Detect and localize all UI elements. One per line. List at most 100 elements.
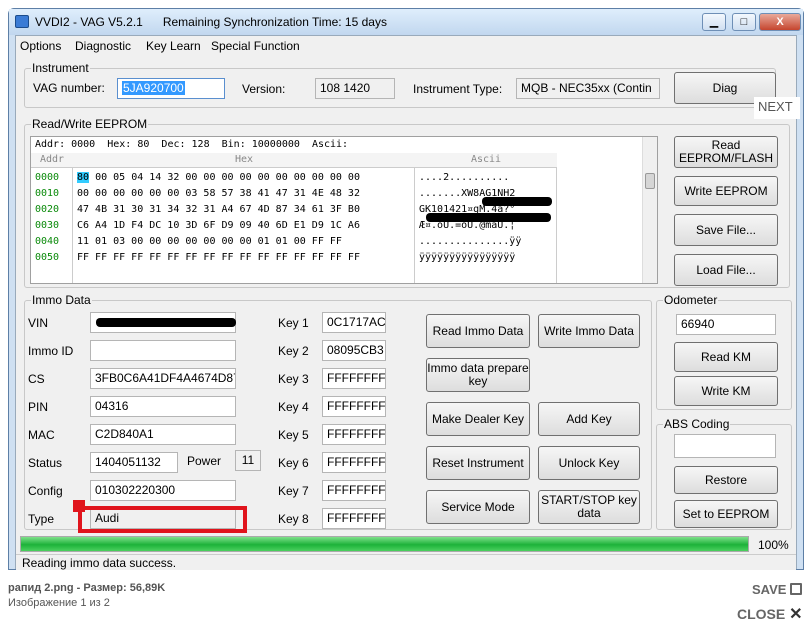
menu-options[interactable]: Options: [20, 39, 61, 53]
menu-key-learn[interactable]: Key Learn: [146, 39, 201, 53]
immo-field-status[interactable]: 1404051132: [90, 452, 178, 473]
next-button[interactable]: NEXT: [754, 97, 800, 119]
immo-field-label: CS: [28, 372, 45, 386]
row-hex[interactable]: C6 A4 1D F4 DC 10 3D 6F D9 09 40 6D E1 D…: [77, 218, 360, 234]
immo-field-pin[interactable]: 04316: [90, 396, 236, 417]
progress-bar: [20, 536, 749, 552]
key-label: Key 3: [278, 372, 309, 386]
eeprom-group-label: Read/Write EEPROM: [31, 117, 149, 131]
key-5-field[interactable]: FFFFFFFF: [322, 424, 386, 445]
client-area: Options Diagnostic Key Learn Special Fun…: [15, 35, 800, 570]
status-text: Reading immo data success.: [22, 556, 177, 570]
abs-group-label: ABS Coding: [663, 417, 731, 431]
restore-button[interactable]: Restore: [674, 466, 778, 494]
row-hex[interactable]: 00 00 00 00 00 00 03 58 57 38 41 47 31 4…: [77, 186, 360, 202]
row-hex-bytes: 00 05 04 14 32 00 00 00 00 00 00 00 00 0…: [89, 172, 360, 183]
addr-header: Addr: [31, 153, 73, 168]
key-label: Key 4: [278, 400, 309, 414]
service-mode-button[interactable]: Service Mode: [426, 490, 530, 524]
app-icon: [15, 15, 29, 28]
write-eeprom-button[interactable]: Write EEPROM: [674, 176, 778, 206]
unlock-key-button[interactable]: Unlock Key: [538, 446, 640, 480]
start-stop-key-button[interactable]: START/STOP key data: [538, 490, 640, 524]
odometer-field[interactable]: 66940: [676, 314, 776, 335]
row-hex[interactable]: 80 00 05 04 14 32 00 00 00 00 00 00 00 0…: [77, 170, 360, 186]
key-7-field[interactable]: FFFFFFFF: [322, 480, 386, 501]
prepare-key-button[interactable]: Immo data prepare key: [426, 358, 530, 392]
key-3-field[interactable]: FFFFFFFF: [322, 368, 386, 389]
immo-field-label: Immo ID: [28, 344, 74, 358]
row-ascii[interactable]: ...............ÿÿ: [419, 234, 521, 250]
key-4-field[interactable]: FFFFFFFF: [322, 396, 386, 417]
hex-scrollbar[interactable]: [642, 137, 657, 283]
scroll-thumb[interactable]: [645, 173, 655, 189]
instrument-type-field: MQB - NEC35xx (Contin: [516, 78, 660, 99]
read-immo-button[interactable]: Read Immo Data: [426, 314, 530, 348]
immo-field-immo-id[interactable]: [90, 340, 236, 361]
immo-field-cs[interactable]: 3FB0C6A41DF4A4674D87: [90, 368, 236, 389]
instrument-group: Instrument VAG number: 5JA920700 Version…: [24, 61, 776, 108]
close-link[interactable]: CLOSE ✕: [737, 604, 803, 624]
row-address: 0010: [35, 188, 60, 199]
menu-bar: Options Diagnostic Key Learn Special Fun…: [16, 36, 796, 56]
instrument-type-label: Instrument Type:: [413, 82, 503, 96]
immo-field-label: VIN: [28, 316, 49, 330]
key-2-field[interactable]: 08095CB3: [322, 340, 386, 361]
add-key-button[interactable]: Add Key: [538, 402, 640, 436]
reset-instrument-button[interactable]: Reset Instrument: [426, 446, 530, 480]
odometer-group-label: Odometer: [663, 293, 719, 307]
row-address: 0030: [35, 220, 60, 231]
make-dealer-key-button[interactable]: Make Dealer Key: [426, 402, 530, 436]
row-hex[interactable]: FF FF FF FF FF FF FF FF FF FF FF FF FF F…: [77, 250, 360, 266]
row-hex-bytes: C6 A4 1D F4 DC 10 3D 6F D9 09 40 6D E1 D…: [77, 220, 360, 231]
save-link[interactable]: SAVE: [752, 582, 803, 597]
row-hex-bytes: FF FF FF FF FF FF FF FF FF FF FF FF FF F…: [77, 252, 360, 263]
vag-number-field[interactable]: 5JA920700: [117, 78, 225, 99]
row-hex[interactable]: 47 4B 31 30 31 34 32 31 A4 67 4D 87 34 6…: [77, 202, 360, 218]
key-label: Key 1: [278, 316, 309, 330]
close-button[interactable]: X: [759, 13, 801, 31]
redaction-mark: [426, 213, 551, 222]
redaction-mark: [482, 197, 552, 206]
hex-editor[interactable]: Addr: 0000 Hex: 80 Dec: 128 Bin: 1000000…: [30, 136, 658, 284]
key-8-field[interactable]: FFFFFFFF: [322, 508, 386, 529]
read-km-button[interactable]: Read KM: [674, 342, 778, 372]
immo-field-label: Config: [28, 484, 63, 498]
version-label: Version:: [242, 82, 286, 96]
write-km-button[interactable]: Write KM: [674, 376, 778, 406]
close-icon: ✕: [789, 606, 803, 623]
key-1-field[interactable]: 0C1717AC: [322, 312, 386, 333]
vag-number-label: VAG number:: [33, 81, 105, 95]
row-hex[interactable]: 11 01 03 00 00 00 00 00 00 00 01 01 00 F…: [77, 234, 342, 250]
immo-field-config[interactable]: 010302220300: [90, 480, 236, 501]
row-ascii[interactable]: ÿÿÿÿÿÿÿÿÿÿÿÿÿÿÿÿ: [419, 250, 515, 266]
ascii-header: Ascii: [415, 153, 557, 168]
power-field: 11: [235, 450, 261, 471]
immo-field-label: PIN: [28, 400, 49, 414]
hex-header: Hex: [73, 153, 415, 168]
write-immo-button[interactable]: Write Immo Data: [538, 314, 640, 348]
immo-field-mac[interactable]: C2D840A1: [90, 424, 236, 445]
selected-byte[interactable]: 80: [77, 172, 90, 183]
file-info: рапид 2.png - Размер: 56,89K: [8, 582, 166, 594]
title-bar: VVDI2 - VAG V5.2.1 Remaining Synchroniza…: [9, 9, 803, 35]
minimize-button[interactable]: ▁: [702, 13, 726, 31]
set-to-eeprom-button[interactable]: Set to EEPROM: [674, 500, 778, 528]
maximize-button[interactable]: □: [732, 13, 756, 31]
read-eeprom-button[interactable]: Read EEPROM/FLASH: [674, 136, 778, 168]
load-file-button[interactable]: Load File...: [674, 254, 778, 286]
app-window: VVDI2 - VAG V5.2.1 Remaining Synchroniza…: [8, 8, 804, 570]
abs-coding-field[interactable]: [674, 434, 776, 458]
hex-info-bar: Addr: 0000 Hex: 80 Dec: 128 Bin: 1000000…: [35, 139, 349, 150]
menu-special-function[interactable]: Special Function: [211, 39, 300, 53]
row-address: 0020: [35, 204, 60, 215]
key-label: Key 6: [278, 456, 309, 470]
menu-diagnostic[interactable]: Diagnostic: [75, 39, 131, 53]
version-field: 108 1420: [315, 78, 395, 99]
row-ascii[interactable]: ....2..........: [419, 170, 509, 186]
key-label: Key 5: [278, 428, 309, 442]
key-6-field[interactable]: FFFFFFFF: [322, 452, 386, 473]
row-hex-bytes: 00 00 00 00 00 00 03 58 57 38 41 47 31 4…: [77, 188, 360, 199]
progress-percent: 100%: [758, 538, 789, 552]
save-file-button[interactable]: Save File...: [674, 214, 778, 246]
